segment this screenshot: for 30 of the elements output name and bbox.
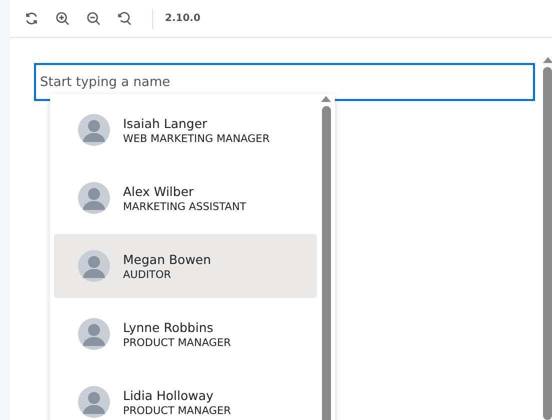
person-title: WEB MARKETING MANAGER (123, 132, 270, 144)
search-field[interactable]: Start typing a name (34, 63, 535, 101)
person-suggestion[interactable]: Megan Bowen AUDITOR (54, 234, 317, 298)
person-suggestion[interactable]: Lynne Robbins PRODUCT MANAGER (54, 302, 317, 366)
person-title: PRODUCT MANAGER (123, 336, 231, 348)
zoom-in-icon[interactable] (55, 11, 70, 26)
person-suggestion[interactable]: Alex Wilber MARKETING ASSISTANT (54, 166, 317, 230)
refresh-icon[interactable] (24, 11, 39, 26)
person-name: Lynne Robbins (123, 320, 214, 334)
person-title: AUDITOR (123, 268, 172, 280)
person-title: PRODUCT MANAGER (123, 404, 231, 416)
avatar-icon (78, 114, 110, 146)
person-suggestion[interactable]: Isaiah Langer WEB MARKETING MANAGER (54, 98, 317, 162)
scroll-up-icon[interactable] (542, 57, 552, 63)
person-title: MARKETING ASSISTANT (123, 200, 246, 212)
person-name: Alex Wilber (123, 184, 195, 198)
version-label: 2.10.0 (165, 13, 200, 24)
person-suggestion[interactable]: Lidia Holloway PRODUCT MANAGER (54, 370, 317, 420)
reset-zoom-icon[interactable] (117, 11, 132, 26)
scroll-up-icon[interactable] (321, 96, 331, 102)
avatar-icon (78, 182, 110, 214)
avatar-icon (78, 250, 110, 282)
person-name: Megan Bowen (123, 252, 212, 266)
avatar-icon (78, 318, 110, 350)
scrollbar-thumb[interactable] (543, 67, 552, 420)
person-name: Lidia Holloway (123, 388, 214, 402)
zoom-out-icon[interactable] (86, 11, 101, 26)
person-name: Isaiah Langer (123, 116, 208, 130)
avatar-icon (78, 386, 110, 418)
scrollbar-thumb[interactable] (322, 106, 330, 420)
